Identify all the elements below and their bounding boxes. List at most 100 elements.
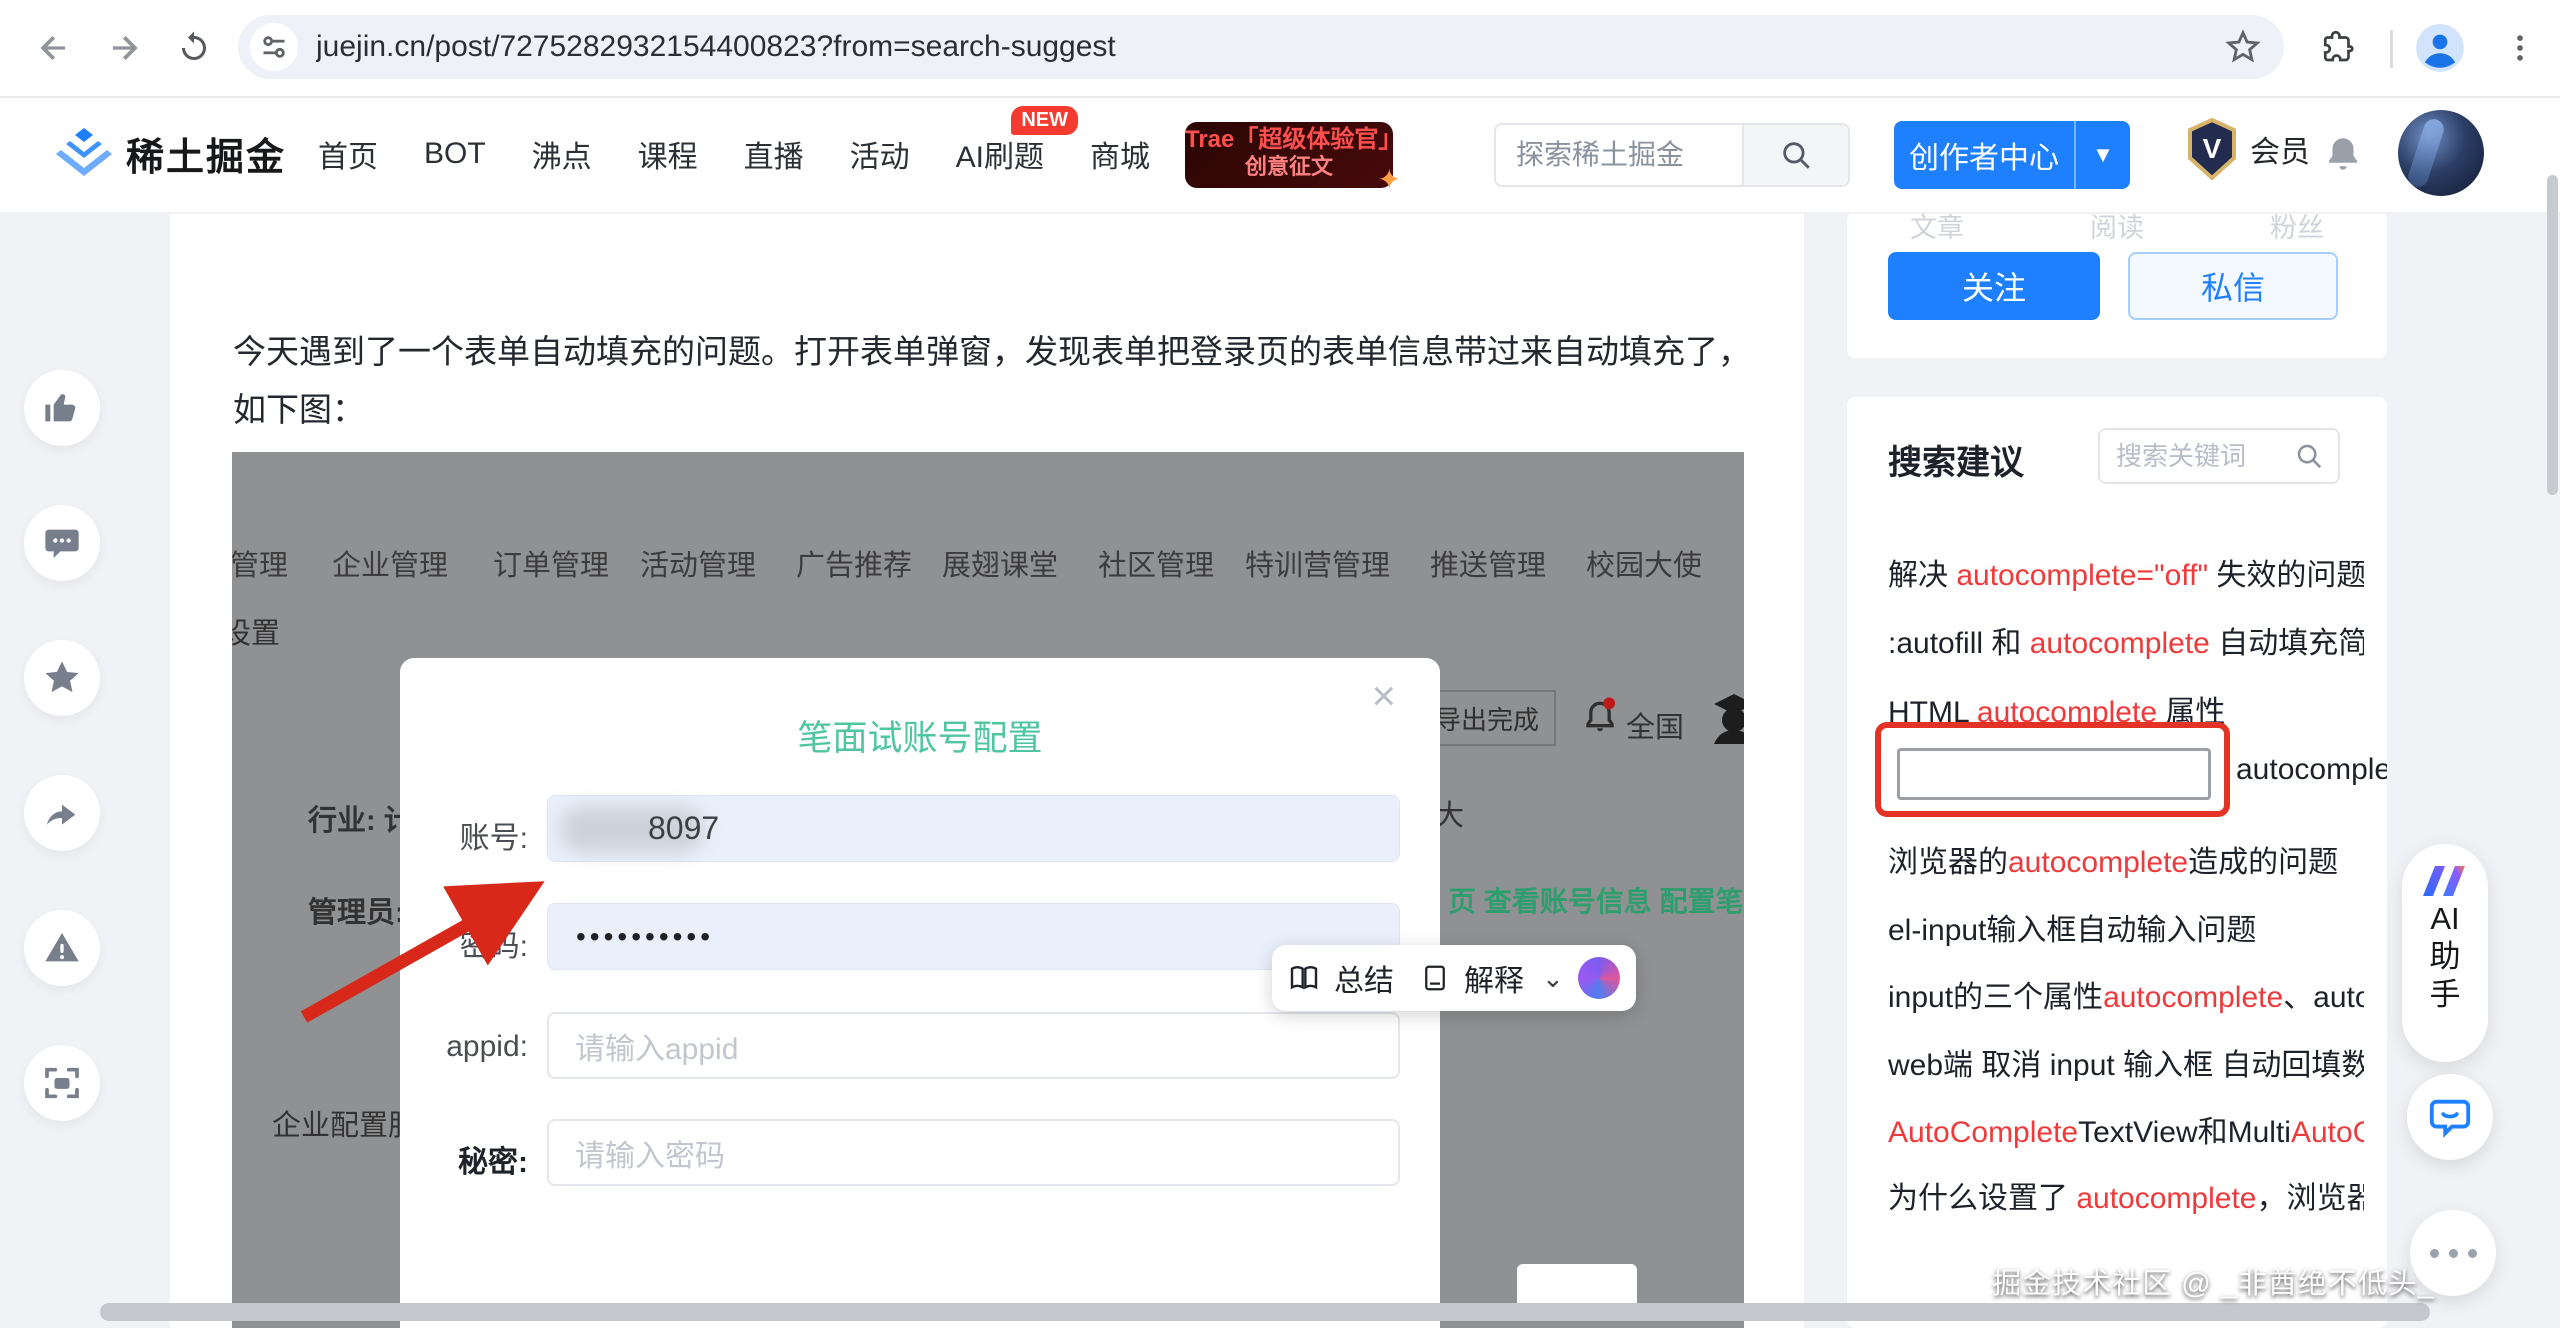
nav-item-bot[interactable]: BOT bbox=[424, 137, 486, 171]
ellipsis-icon bbox=[2430, 1249, 2477, 1258]
suggestions-search-input[interactable] bbox=[2100, 440, 2294, 473]
search-icon bbox=[1779, 138, 1813, 172]
nav-item-events[interactable]: 活动 bbox=[850, 132, 910, 176]
page: juejin.cn/post/7275282932154400823?from=… bbox=[0, 0, 2560, 1328]
suggestion-item[interactable]: 为什么设置了 autocomplete，浏览器仍... bbox=[1888, 1173, 2364, 1215]
site-settings-button[interactable] bbox=[250, 23, 298, 71]
article-image[interactable]: 管理 企业管理 订单管理 活动管理 广告推荐 展翅课堂 社区管理 特训营管理 推… bbox=[232, 452, 1744, 1328]
forward-arrow-icon bbox=[105, 29, 143, 67]
suggestion-item[interactable]: 浏览器的autocomplete造成的问题 bbox=[1888, 837, 2364, 879]
nav-item-live[interactable]: 直播 bbox=[744, 132, 804, 176]
ai-assistant-label: 手 bbox=[2430, 976, 2461, 1014]
vip-label: 会员 bbox=[2250, 127, 2310, 171]
shot-field-label: 账号: bbox=[400, 813, 528, 857]
notifications-button[interactable] bbox=[2322, 132, 2364, 176]
nav-item-home[interactable]: 首页 bbox=[318, 132, 378, 176]
search-suggestions-card: 搜索建议 解决 autocomplete="off" 失效的问题 :autofi… bbox=[1847, 397, 2387, 1328]
explain-button[interactable]: 解释 bbox=[1464, 956, 1524, 1000]
url-text[interactable]: juejin.cn/post/7275282932154400823?from=… bbox=[316, 30, 2224, 64]
svg-text:V: V bbox=[2203, 133, 2222, 164]
shot-mascot-icon bbox=[1702, 688, 1744, 750]
site-search bbox=[1494, 123, 1850, 187]
bookmark-button[interactable] bbox=[2224, 28, 2262, 66]
browser-toolbar: juejin.cn/post/7275282932154400823?from=… bbox=[0, 0, 2560, 98]
stat-followers[interactable]: 粉丝 bbox=[2207, 212, 2387, 245]
toolbar-divider bbox=[2390, 30, 2393, 68]
report-button[interactable] bbox=[24, 910, 100, 986]
horizontal-scrollbar[interactable] bbox=[100, 1303, 2430, 1321]
nav-item-ai-quiz[interactable]: AI刷题NEW bbox=[956, 132, 1044, 176]
chat-bubble-icon bbox=[2427, 1094, 2473, 1140]
kebab-menu-icon bbox=[2503, 31, 2537, 65]
puzzle-icon bbox=[2320, 30, 2356, 66]
shot-industry-label: 行业: 计 bbox=[308, 797, 413, 839]
like-button[interactable] bbox=[24, 370, 100, 446]
stat-articles[interactable]: 文章 bbox=[1847, 212, 2027, 245]
suggestion-item[interactable]: input的三个属性autocomplete、autoc... bbox=[1888, 972, 2364, 1014]
shot-account-input: 8097 bbox=[547, 795, 1400, 862]
toolbar-chevron-icon[interactable]: ⌄ bbox=[1542, 963, 1564, 994]
shot-field-label: 秘密: bbox=[400, 1137, 528, 1181]
summarize-button[interactable]: 总结 bbox=[1334, 956, 1394, 1000]
shot-tab: 广告推荐 bbox=[796, 542, 912, 584]
nav-item-courses[interactable]: 课程 bbox=[638, 132, 698, 176]
bell-icon bbox=[2322, 132, 2364, 176]
shot-appid-placeholder: 请输入appid bbox=[549, 1024, 738, 1068]
collect-button[interactable] bbox=[24, 640, 100, 716]
shot-password-value: •••••••••• bbox=[548, 921, 714, 953]
message-button[interactable]: 私信 bbox=[2128, 252, 2338, 320]
trae-promo-line2: 创意征文 bbox=[1185, 154, 1393, 179]
site-logo[interactable]: 稀土掘金 bbox=[56, 126, 286, 181]
site-search-input[interactable] bbox=[1496, 125, 1742, 185]
reload-button[interactable] bbox=[168, 22, 220, 74]
screenshot-button[interactable] bbox=[24, 1045, 100, 1121]
shot-tab: 推送管理 bbox=[1430, 542, 1546, 584]
shot-region-label: 全国 bbox=[1626, 704, 1684, 746]
shot-green-links: 页 查看账号信息 配置笔面 bbox=[1448, 880, 1744, 920]
star-outline-icon bbox=[2224, 28, 2262, 66]
comment-button[interactable] bbox=[24, 505, 100, 581]
suggestion-item[interactable]: web端 取消 input 输入框 自动回填数据... bbox=[1888, 1040, 2364, 1082]
suggestion-item[interactable]: autocomplet... bbox=[1875, 722, 2387, 817]
vip-badge-icon: V bbox=[2186, 118, 2238, 180]
browser-menu-button[interactable] bbox=[2494, 22, 2546, 74]
chevron-down-icon[interactable]: ▼ bbox=[2076, 142, 2130, 168]
suggestion-item[interactable]: :autofill 和 autocomplete 自动填充简介 bbox=[1888, 618, 2364, 660]
stat-reads[interactable]: 阅读 bbox=[2027, 212, 2207, 245]
creator-center-button[interactable]: 创作者中心 ▼ bbox=[1894, 121, 2130, 189]
feedback-chat-button[interactable] bbox=[2407, 1074, 2493, 1160]
warning-icon bbox=[42, 928, 82, 968]
nav-item-pins[interactable]: 沸点 bbox=[532, 132, 592, 176]
capture-frame-icon bbox=[42, 1063, 82, 1103]
ai-brain-icon[interactable] bbox=[1578, 957, 1620, 999]
vip-entry[interactable]: V 会员 bbox=[2186, 118, 2310, 180]
ai-assistant-label: AI bbox=[2430, 900, 2459, 938]
author-card: 文章 阅读 粉丝 关注 私信 bbox=[1847, 212, 2387, 358]
forward-button[interactable] bbox=[98, 22, 150, 74]
suggestion-item[interactable]: el-input输入框自动输入问题 bbox=[1888, 905, 2364, 947]
back-button[interactable] bbox=[28, 22, 80, 74]
suggestion-item[interactable]: AutoCompleteTextView和MultiAutoCo... bbox=[1888, 1107, 2364, 1149]
ai-assistant-button[interactable]: AI 助 手 bbox=[2402, 844, 2488, 1062]
address-bar[interactable]: juejin.cn/post/7275282932154400823?from=… bbox=[238, 15, 2284, 79]
vertical-scrollbar[interactable] bbox=[2547, 175, 2558, 495]
new-badge: NEW bbox=[1011, 106, 1078, 135]
trae-promo-line1: Trae「超级体验官」 bbox=[1185, 126, 1393, 154]
site-logo-text: 稀土掘金 bbox=[126, 126, 286, 181]
comment-icon bbox=[42, 523, 82, 563]
shot-tab: 展翅课堂 bbox=[942, 542, 1058, 584]
browser-profile-button[interactable] bbox=[2414, 22, 2466, 74]
follow-button[interactable]: 关注 bbox=[1888, 252, 2100, 320]
site-search-button[interactable] bbox=[1742, 125, 1848, 185]
nav-item-shop[interactable]: 商城 bbox=[1090, 132, 1150, 176]
ai-assistant-label: 助 bbox=[2430, 938, 2461, 976]
author-stats: 文章 阅读 粉丝 bbox=[1847, 212, 2387, 245]
thumbs-up-icon bbox=[42, 388, 82, 428]
extensions-button[interactable] bbox=[2312, 22, 2364, 74]
site-header: 稀土掘金 首页 BOT 沸点 课程 直播 活动 AI刷题NEW 商城 Trae「… bbox=[0, 96, 2560, 214]
suggestion-item[interactable]: 解决 autocomplete="off" 失效的问题 bbox=[1888, 550, 2364, 592]
trae-promo-badge[interactable]: Trae「超级体验官」 创意征文 ✦ bbox=[1185, 122, 1393, 188]
shot-tab: 管理 bbox=[232, 542, 288, 584]
user-avatar[interactable] bbox=[2398, 110, 2484, 196]
share-button[interactable] bbox=[24, 775, 100, 851]
